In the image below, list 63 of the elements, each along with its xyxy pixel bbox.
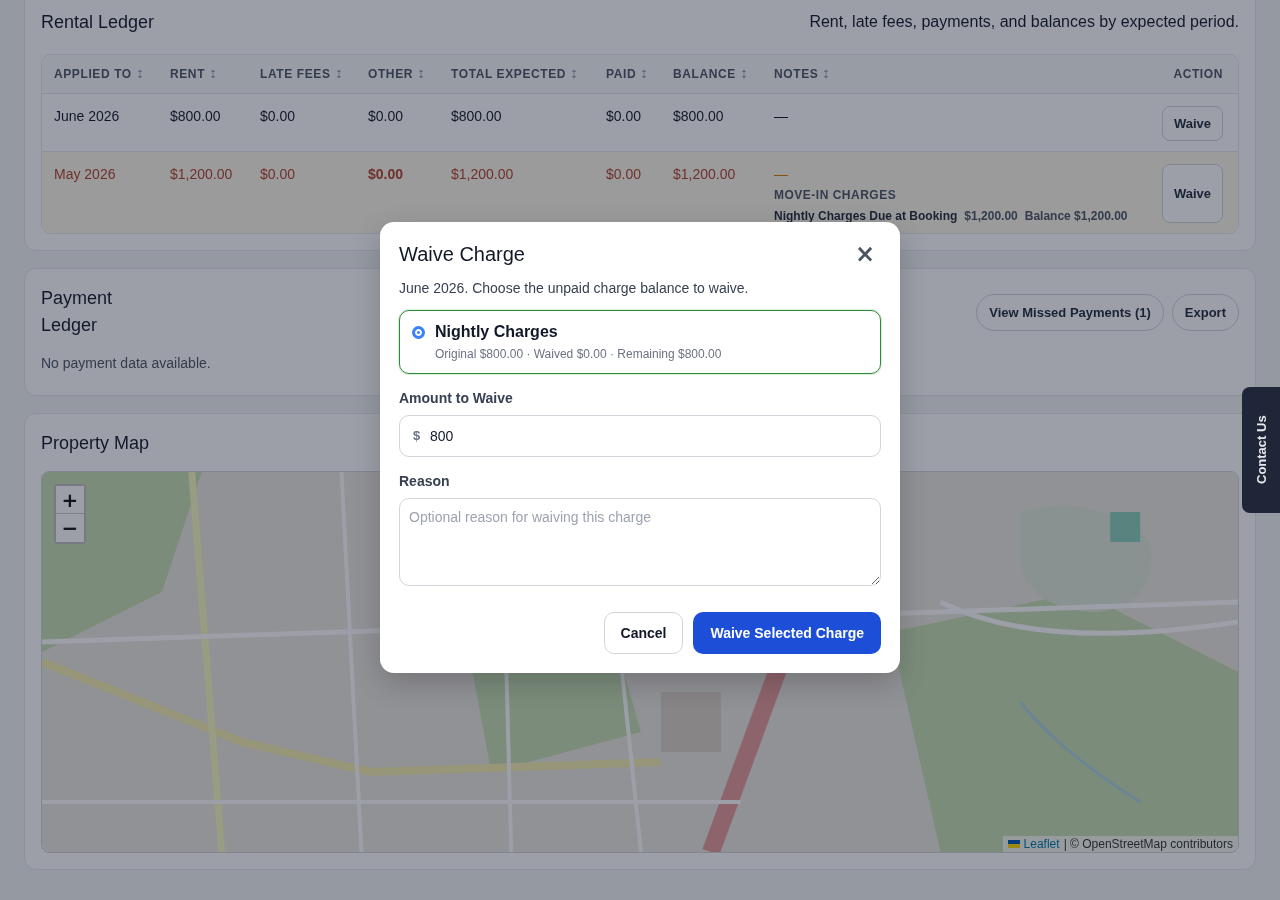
charge-name: Nightly Charges Due at Booking [774,209,958,223]
column-header[interactable]: NOTES [774,67,830,81]
zoom-in-button[interactable]: + [56,486,84,514]
column-header[interactable]: LATE FEES [260,67,342,81]
sort-icon[interactable] [136,69,143,79]
close-button[interactable]: × [848,242,881,266]
waive-button[interactable]: Waive [1161,164,1223,223]
table-cell: $0.00 [368,108,404,124]
table-cell: $1,200.00 [170,166,233,182]
column-header[interactable]: BALANCE [673,67,747,81]
dialog-title: Waive Charge [399,242,525,266]
table-cell: $0.00 [606,108,642,124]
sort-icon[interactable] [418,69,424,79]
table-cell: $800.00 [673,108,724,124]
table-cell: May 2026 [54,166,116,182]
column-header[interactable]: OTHER [368,67,424,81]
confirm-button[interactable]: Waive Selected Charge [693,612,881,654]
field-label: Reason [399,473,451,489]
leaflet-link[interactable]: Leaflet [1023,837,1060,851]
sort-icon[interactable] [571,69,578,79]
card-title: Property Map [41,432,150,455]
card-title: Rental Ledger [41,11,155,34]
column-header[interactable]: APPLIED TO [54,67,143,81]
waive-button[interactable]: Waive [1161,106,1223,141]
table-cell: $1,200.00 [451,166,514,182]
flag-icon [1007,840,1020,848]
option-label: Nightly Charges [435,323,558,341]
charge-amount: $1,200.00 [964,209,1018,223]
card-title: Payment Ledger [41,287,114,337]
charge-balance: Balance $1,200.00 [1024,209,1128,223]
table-cell: $800.00 [170,108,221,124]
table-cell: $1,200.00 [673,166,736,182]
note-heading: MOVE-IN CHARGES [774,188,897,202]
sort-icon[interactable] [210,69,217,79]
column-header[interactable]: RENT [170,67,217,81]
sort-icon[interactable] [641,69,648,79]
option-detail: Original $800.00 · Waived $0.00 · Remaining $800.00 [435,347,722,361]
radio-button[interactable] [412,326,425,339]
sort-icon[interactable] [335,69,342,79]
column-header[interactable]: TOTAL EXPECTED [451,67,578,81]
dialog-description: June 2026. Choose the unpaid charge balance to waive. [399,280,750,296]
column-header[interactable]: PAID [606,67,648,81]
cancel-button[interactable]: Cancel [603,612,684,654]
sort-icon[interactable] [823,69,830,79]
column-header: ACTION [1173,67,1223,81]
reason-field[interactable]: Optional reason for waiving this charge [399,498,881,586]
charge-option[interactable]: Nightly Charges Original $800.00 · Waived $0.00 · Remaining $800.00 [399,310,881,374]
sort-icon[interactable] [740,69,747,79]
table-cell: $800.00 [451,108,502,124]
ledger-button[interactable]: View Missed Payments (1) [976,293,1164,331]
ledger-button[interactable]: Export [1171,293,1239,331]
field-label: Amount to Waive [399,390,514,406]
table-cell: — [774,108,788,124]
currency-symbol: $ [413,428,421,444]
attribution-text: | © OpenStreetMap contributors [1063,837,1233,851]
table-cell: June 2026 [54,108,120,124]
table-cell: $0.00 [260,108,296,124]
table-cell: — [774,166,788,182]
card-subtitle: Rent, late fees, payments, and balances by expected period. [809,13,1239,31]
table-cell: $0.00 [368,166,404,182]
table-cell: $0.00 [260,166,296,182]
table-cell: $0.00 [606,166,642,182]
contact-tab[interactable]: Contact Us [1242,387,1280,513]
